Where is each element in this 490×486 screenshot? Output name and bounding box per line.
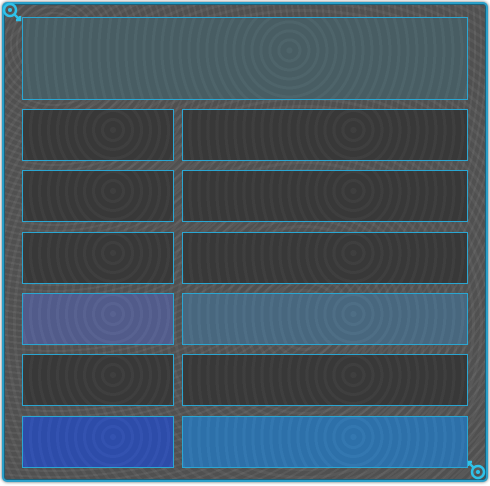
row-6-right-label <box>183 417 467 429</box>
row-2-left-cell[interactable] <box>22 170 174 222</box>
header-text <box>23 18 467 30</box>
row-3-right-cell[interactable] <box>182 232 468 284</box>
row-3-left-cell[interactable] <box>22 232 174 284</box>
top-left-hook-ornament-icon <box>2 2 22 22</box>
row-5-right-cell[interactable] <box>182 354 468 406</box>
row-1-left-cell[interactable] <box>22 109 174 161</box>
header-panel <box>22 17 468 100</box>
bottom-right-hook-ornament-icon <box>466 460 486 480</box>
row-6-left-cell-selected[interactable] <box>22 416 174 468</box>
row-1-left-label <box>23 110 173 122</box>
row-5-right-label <box>183 355 467 367</box>
row-6-right-cell-selected[interactable] <box>182 416 468 468</box>
row-6-left-label <box>23 417 173 429</box>
row-5-left-label <box>23 355 173 367</box>
row-1-right-label <box>183 110 467 122</box>
row-3-right-label <box>183 233 467 245</box>
row-5-left-cell[interactable] <box>22 354 174 406</box>
row-2-right-label <box>183 171 467 183</box>
row-2-left-label <box>23 171 173 183</box>
row-2-right-cell[interactable] <box>182 170 468 222</box>
row-4-right-cell-highlighted[interactable] <box>182 293 468 345</box>
row-4-right-label <box>183 294 467 306</box>
row-3-left-label <box>23 233 173 245</box>
row-1-right-cell[interactable] <box>182 109 468 161</box>
row-4-left-label <box>23 294 173 306</box>
row-4-left-cell-highlighted[interactable] <box>22 293 174 345</box>
